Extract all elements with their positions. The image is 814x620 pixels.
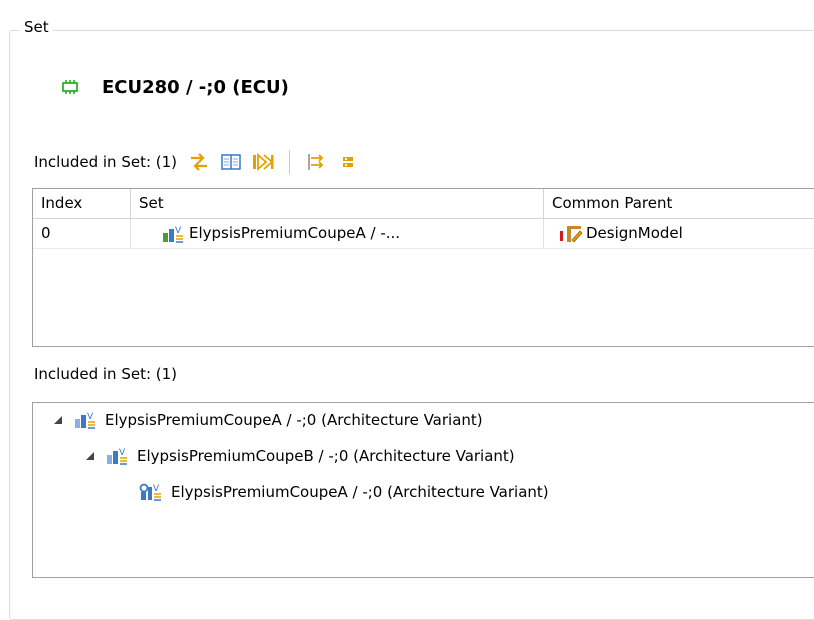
- svg-text:V: V: [175, 226, 182, 236]
- column-header-set[interactable]: Set: [131, 189, 544, 218]
- header: ECU280 / -;0 (ECU): [60, 72, 289, 102]
- column-header-index[interactable]: Index: [33, 189, 131, 218]
- inclusion-tree: V ElypsisPremiumCoupeA / -;0 (Architectu…: [32, 402, 814, 578]
- cell-parent-label: DesignModel: [586, 224, 683, 242]
- cell-index: 0: [33, 219, 131, 248]
- design-model-icon: [560, 225, 583, 243]
- next-step-button[interactable]: [251, 150, 275, 174]
- tree-node-label: ElypsisPremiumCoupeB / -;0 (Architecture…: [137, 447, 515, 465]
- page-title: ECU280 / -;0 (ECU): [102, 76, 289, 98]
- table-header: Index Set Common Parent: [33, 189, 814, 219]
- tree-node[interactable]: V ElypsisPremiumCoupeB / -;0 (Architectu…: [83, 442, 515, 470]
- cell-set-label: ElypsisPremiumCoupeA / -...: [189, 224, 401, 242]
- architecture-variant-icon: V: [163, 226, 183, 243]
- tree-label: Included in Set: (1): [34, 365, 178, 383]
- tree-node-label: ElypsisPremiumCoupeA / -;0 (Architecture…: [171, 483, 549, 501]
- filter-arrows-button[interactable]: [304, 150, 328, 174]
- included-table: Index Set Common Parent 0 V ElypsisPremi…: [32, 188, 814, 347]
- swap-button[interactable]: [187, 150, 211, 174]
- toolbar-separator: [289, 150, 291, 174]
- expanded-triangle-icon[interactable]: [51, 413, 65, 427]
- svg-text:V: V: [153, 484, 160, 494]
- filter-arrows-icon: [308, 154, 324, 170]
- tree-node[interactable]: V ElypsisPremiumCoupeA / -;0 (Architectu…: [51, 406, 483, 434]
- included-label: Included in Set: (1): [34, 153, 178, 171]
- column-header-common-parent[interactable]: Common Parent: [544, 189, 814, 218]
- cell-common-parent: DesignModel: [544, 219, 814, 248]
- tree-node-label: ElypsisPremiumCoupeA / -;0 (Architecture…: [105, 411, 483, 429]
- swap-icon: [191, 153, 208, 171]
- next-step-icon: [253, 153, 274, 171]
- architecture-variant-icon: V: [107, 448, 127, 465]
- svg-text:V: V: [87, 412, 94, 422]
- expanded-triangle-icon[interactable]: [83, 449, 97, 463]
- variant-reference-icon: V: [139, 483, 161, 501]
- columns-icon: [221, 154, 241, 170]
- grid-icon: [343, 157, 354, 167]
- table-row[interactable]: 0 V ElypsisPremiumCoupeA / -... DesignMo…: [33, 219, 814, 249]
- svg-text:V: V: [119, 448, 126, 458]
- columns-button[interactable]: [219, 150, 243, 174]
- tree-node[interactable]: V ElypsisPremiumCoupeA / -;0 (Architectu…: [139, 478, 549, 506]
- group-title: Set: [20, 18, 53, 36]
- ecu-chip-icon: [62, 80, 78, 94]
- architecture-variant-icon: V: [75, 412, 95, 429]
- cell-set: V ElypsisPremiumCoupeA / -...: [131, 219, 544, 248]
- included-toolbar: Included in Set: (1): [34, 148, 360, 176]
- grid-button[interactable]: [336, 150, 360, 174]
